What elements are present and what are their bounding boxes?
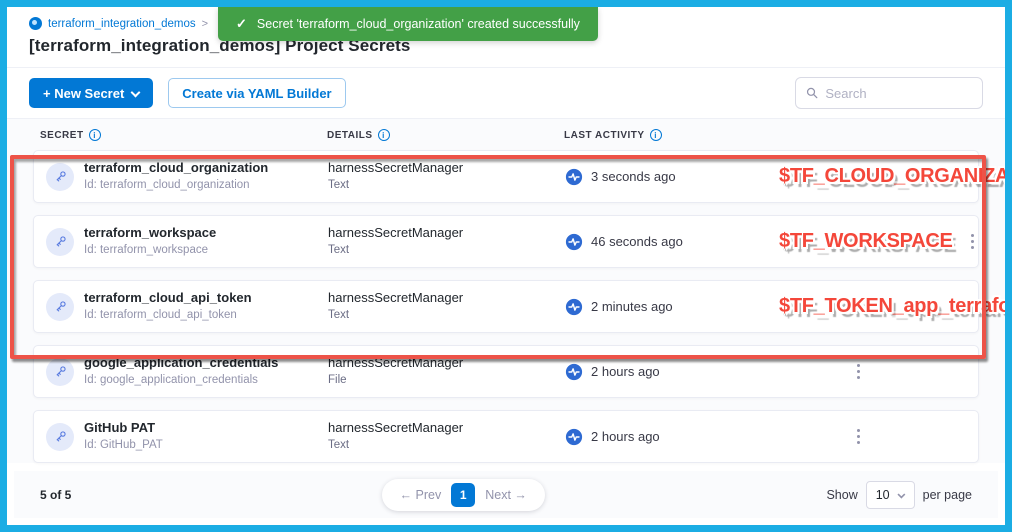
success-toast: ✓ Secret 'terraform_cloud_organization' … [218,7,598,41]
page-number-button[interactable]: 1 [451,483,475,507]
key-icon [46,163,74,191]
activity-text: 2 hours ago [591,364,660,379]
secrets-table: SECRET i DETAILS i LAST ACTIVITY i [7,119,1005,463]
create-yaml-builder-button[interactable]: Create via YAML Builder [168,78,345,108]
key-icon [46,358,74,386]
secret-type: File [328,373,565,388]
last-activity-cell: 2 hours ago [565,428,779,446]
project-globe-icon [29,17,42,30]
next-page-button[interactable]: Next → [481,488,531,502]
activity-pulse-icon [565,168,583,186]
pagination: ← Prev 1 Next → [382,479,545,511]
show-label: Show [826,488,857,502]
yaml-builder-label: Create via YAML Builder [182,86,331,101]
page-size-controls: Show 10 per page [826,481,972,509]
secret-row[interactable]: terraform_cloud_api_token Id: terraform_… [33,280,979,333]
activity-pulse-icon [565,298,583,316]
details-cell: harnessSecretManager Text [328,225,565,259]
secret-type: Text [328,178,565,193]
key-icon [46,228,74,256]
activity-text: 2 hours ago [591,429,660,444]
secret-name: terraform_workspace [84,225,216,241]
new-secret-label: + New Secret [43,86,124,101]
breadcrumb-project-link[interactable]: terraform_integration_demos [48,18,196,30]
secret-cell: terraform_cloud_organization Id: terrafo… [46,160,328,193]
details-cell: harnessSecretManager Text [328,290,565,324]
info-icon[interactable]: i [378,129,390,141]
secret-manager: harnessSecretManager [328,160,565,177]
column-header-details: DETAILS i [327,129,564,141]
search-box[interactable] [795,77,983,109]
secret-name: GitHub PAT [84,420,163,436]
search-icon [806,86,818,100]
env-var-annotation: $TF_WORKSPACE [779,230,953,253]
toast-message: Secret 'terraform_cloud_organization' cr… [257,17,580,31]
secret-id: Id: terraform_cloud_organization [84,178,268,193]
chevron-down-icon [131,89,139,97]
secret-manager: harnessSecretManager [328,355,565,372]
secret-type: Text [328,243,565,258]
key-icon [46,423,74,451]
table-header-row: SECRET i DETAILS i LAST ACTIVITY i [33,119,979,150]
secret-manager: harnessSecretManager [328,225,565,242]
activity-pulse-icon [565,428,583,446]
key-icon [46,293,74,321]
secret-name: terraform_cloud_organization [84,160,268,176]
secret-row[interactable]: terraform_cloud_organization Id: terrafo… [33,150,979,203]
chevron-down-icon [897,491,903,497]
page-size-select[interactable]: 10 [866,481,915,509]
kebab-menu-icon[interactable] [779,411,938,462]
check-icon: ✓ [236,16,247,32]
table-body: terraform_cloud_organization Id: terrafo… [33,150,979,463]
page-size-value: 10 [876,488,890,502]
breadcrumb-separator: > [202,18,208,30]
details-cell: harnessSecretManager Text [328,420,565,454]
kebab-menu-icon[interactable] [779,346,938,397]
prev-page-button[interactable]: ← Prev [396,488,446,502]
secret-id: Id: GitHub_PAT [84,438,163,453]
last-activity-cell: 46 seconds ago [565,233,779,251]
activity-text: 3 seconds ago [591,169,676,184]
secret-row[interactable]: terraform_workspace Id: terraform_worksp… [33,215,979,268]
secret-row[interactable]: google_application_credentials Id: googl… [33,345,979,398]
activity-text: 2 minutes ago [591,299,673,314]
activity-text: 46 seconds ago [591,234,683,249]
secret-cell: GitHub PAT Id: GitHub_PAT [46,420,328,453]
activity-pulse-icon [565,363,583,381]
secret-manager: harnessSecretManager [328,290,565,307]
activity-pulse-icon [565,233,583,251]
secret-name: google_application_credentials [84,355,278,371]
info-icon[interactable]: i [650,129,662,141]
toolbar: + New Secret Create via YAML Builder [7,68,1005,119]
search-input[interactable] [825,86,972,101]
secret-cell: terraform_cloud_api_token Id: terraform_… [46,290,328,323]
env-var-annotation: $TF_TOKEN_app_terraform_io [779,295,1012,318]
new-secret-button[interactable]: + New Secret [29,78,153,108]
table-footer: 5 of 5 ← Prev 1 Next → Show 10 per page [14,471,998,518]
column-header-last-activity: LAST ACTIVITY i [564,129,979,141]
secret-name: terraform_cloud_api_token [84,290,252,306]
secret-type: Text [328,308,565,323]
info-icon[interactable]: i [89,129,101,141]
secret-manager: harnessSecretManager [328,420,565,437]
secret-row[interactable]: GitHub PAT Id: GitHub_PAT harnessSecretM… [33,410,979,463]
column-header-secret: SECRET i [40,129,327,141]
details-cell: harnessSecretManager Text [328,160,565,194]
app-window: terraform_integration_demos > [terraform… [0,0,1012,532]
per-page-label: per page [923,488,972,502]
secret-type: Text [328,438,565,453]
last-activity-cell: 3 seconds ago [565,168,779,186]
kebab-menu-icon[interactable] [953,216,993,267]
env-var-annotation: $TF_CLOUD_ORGANIZATION [779,165,1012,188]
last-activity-cell: 2 minutes ago [565,298,779,316]
secret-cell: terraform_workspace Id: terraform_worksp… [46,225,328,258]
secret-id: Id: google_application_credentials [84,373,278,388]
secret-id: Id: terraform_cloud_api_token [84,308,252,323]
last-activity-cell: 2 hours ago [565,363,779,381]
details-cell: harnessSecretManager File [328,355,565,389]
secret-cell: google_application_credentials Id: googl… [46,355,328,388]
secret-id: Id: terraform_workspace [84,243,216,258]
pagination-wrap: ← Prev 1 Next → [160,479,766,511]
